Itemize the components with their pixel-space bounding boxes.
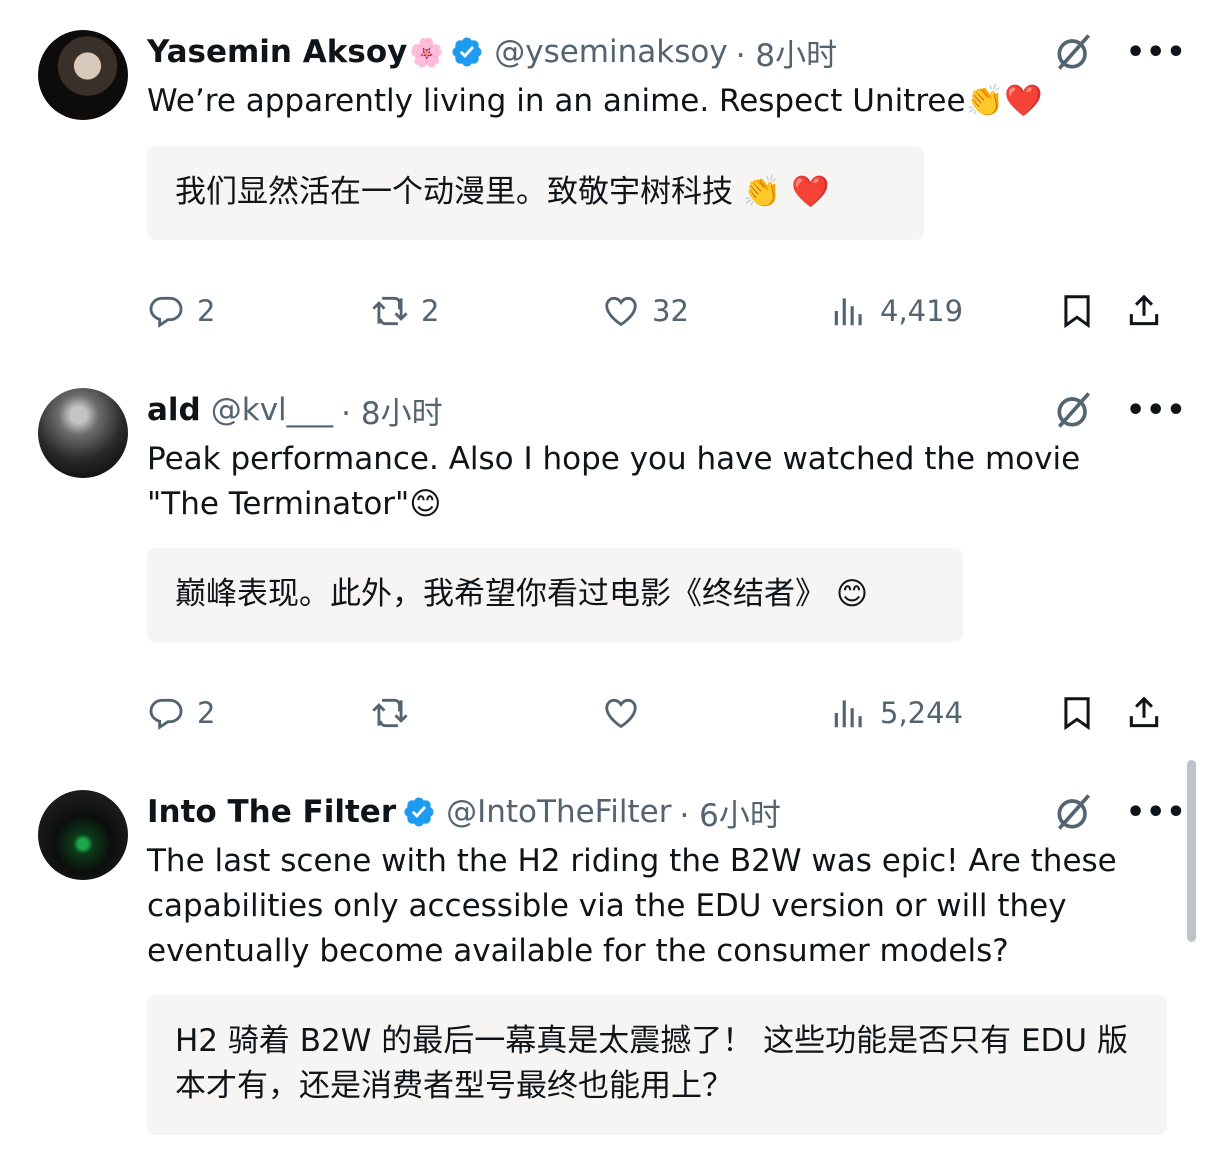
author-name[interactable]: Yasemin Aksoy <box>147 34 407 70</box>
like-button[interactable]: 32 <box>602 286 689 336</box>
translation-box: 我们显然活在一个动漫里。致敬宇树科技 👏 ❤️ <box>147 146 924 240</box>
bookmark-icon <box>1058 292 1096 330</box>
views-icon <box>830 694 868 732</box>
like-count: 32 <box>652 294 689 328</box>
views-button[interactable]: 5,244 <box>830 688 963 738</box>
share-button[interactable] <box>1125 688 1163 738</box>
repost-icon <box>371 694 409 732</box>
grok-icon[interactable] <box>1052 790 1096 834</box>
action-bar: 2 2 32 4,419 <box>147 286 1167 336</box>
author-handle[interactable]: @kvl___ <box>211 392 333 428</box>
view-count: 4,419 <box>880 294 964 328</box>
timestamp[interactable]: · 8小时 <box>341 388 442 433</box>
tweet-top-actions: ••• <box>1052 790 1186 834</box>
author-handle[interactable]: @yseminaksoy <box>494 34 727 70</box>
translation-box: 巅峰表现。此外，我希望你看过电影《终结者》 😊 <box>147 548 963 642</box>
reply-button[interactable]: 2 <box>147 286 215 336</box>
tweet-text: We’re apparently living in an anime. Res… <box>147 83 1043 119</box>
scrollbar[interactable] <box>1187 760 1196 942</box>
tweet-header: Yasemin Aksoy 🌸 @yseminaksoy · 8小时 <box>147 30 837 74</box>
avatar[interactable] <box>38 388 128 478</box>
like-button[interactable] <box>602 688 652 738</box>
tweet-text: The last scene with the H2 riding the B2… <box>147 843 1117 969</box>
tweet-header: Into The Filter @IntoTheFilter · 6小时 <box>147 790 781 834</box>
bookmark-button[interactable] <box>1058 286 1096 336</box>
bookmark-button[interactable] <box>1058 688 1096 738</box>
avatar[interactable] <box>38 30 128 120</box>
view-count: 5,244 <box>880 696 964 730</box>
author-name[interactable]: Into The Filter <box>147 794 396 830</box>
tweet-text: Peak performance. Also I hope you have w… <box>147 441 1081 522</box>
reply-icon <box>147 694 185 732</box>
timestamp[interactable]: · 6小时 <box>679 790 780 835</box>
tweet-top-actions: ••• <box>1052 388 1186 432</box>
verified-badge-icon <box>450 35 484 69</box>
views-icon <box>830 292 868 330</box>
more-icon[interactable]: ••• <box>1126 35 1186 70</box>
reply-count: 2 <box>197 294 216 328</box>
author-handle[interactable]: @IntoTheFilter <box>446 794 671 830</box>
action-bar: 2 5,244 <box>147 688 1167 738</box>
repost-icon <box>371 292 409 330</box>
bookmark-icon <box>1058 694 1096 732</box>
tweet-header: ald @kvl___ · 8小时 <box>147 388 443 432</box>
grok-icon[interactable] <box>1052 30 1096 74</box>
tweet-top-actions: ••• <box>1052 30 1186 74</box>
grok-icon[interactable] <box>1052 388 1096 432</box>
share-button[interactable] <box>1125 286 1163 336</box>
reply-icon <box>147 292 185 330</box>
repost-button[interactable] <box>371 688 421 738</box>
verified-badge-icon <box>402 795 436 829</box>
author-name[interactable]: ald <box>147 392 201 428</box>
reply-count: 2 <box>197 696 216 730</box>
more-icon[interactable]: ••• <box>1126 393 1186 428</box>
avatar[interactable] <box>38 790 128 880</box>
translation-box: H2 骑着 B2W 的最后一幕真是太震撼了！ 这些功能是否只有 EDU 版本才有… <box>147 995 1167 1135</box>
repost-button[interactable]: 2 <box>371 286 439 336</box>
reply-button[interactable]: 2 <box>147 688 215 738</box>
heart-icon <box>602 292 640 330</box>
views-button[interactable]: 4,419 <box>830 286 963 336</box>
repost-count: 2 <box>421 294 440 328</box>
share-icon <box>1125 292 1163 330</box>
timestamp[interactable]: · 8小时 <box>736 30 837 75</box>
more-icon[interactable]: ••• <box>1126 795 1186 830</box>
heart-icon <box>602 694 640 732</box>
cherry-blossom-emoji: 🌸 <box>409 35 445 69</box>
share-icon <box>1125 694 1163 732</box>
